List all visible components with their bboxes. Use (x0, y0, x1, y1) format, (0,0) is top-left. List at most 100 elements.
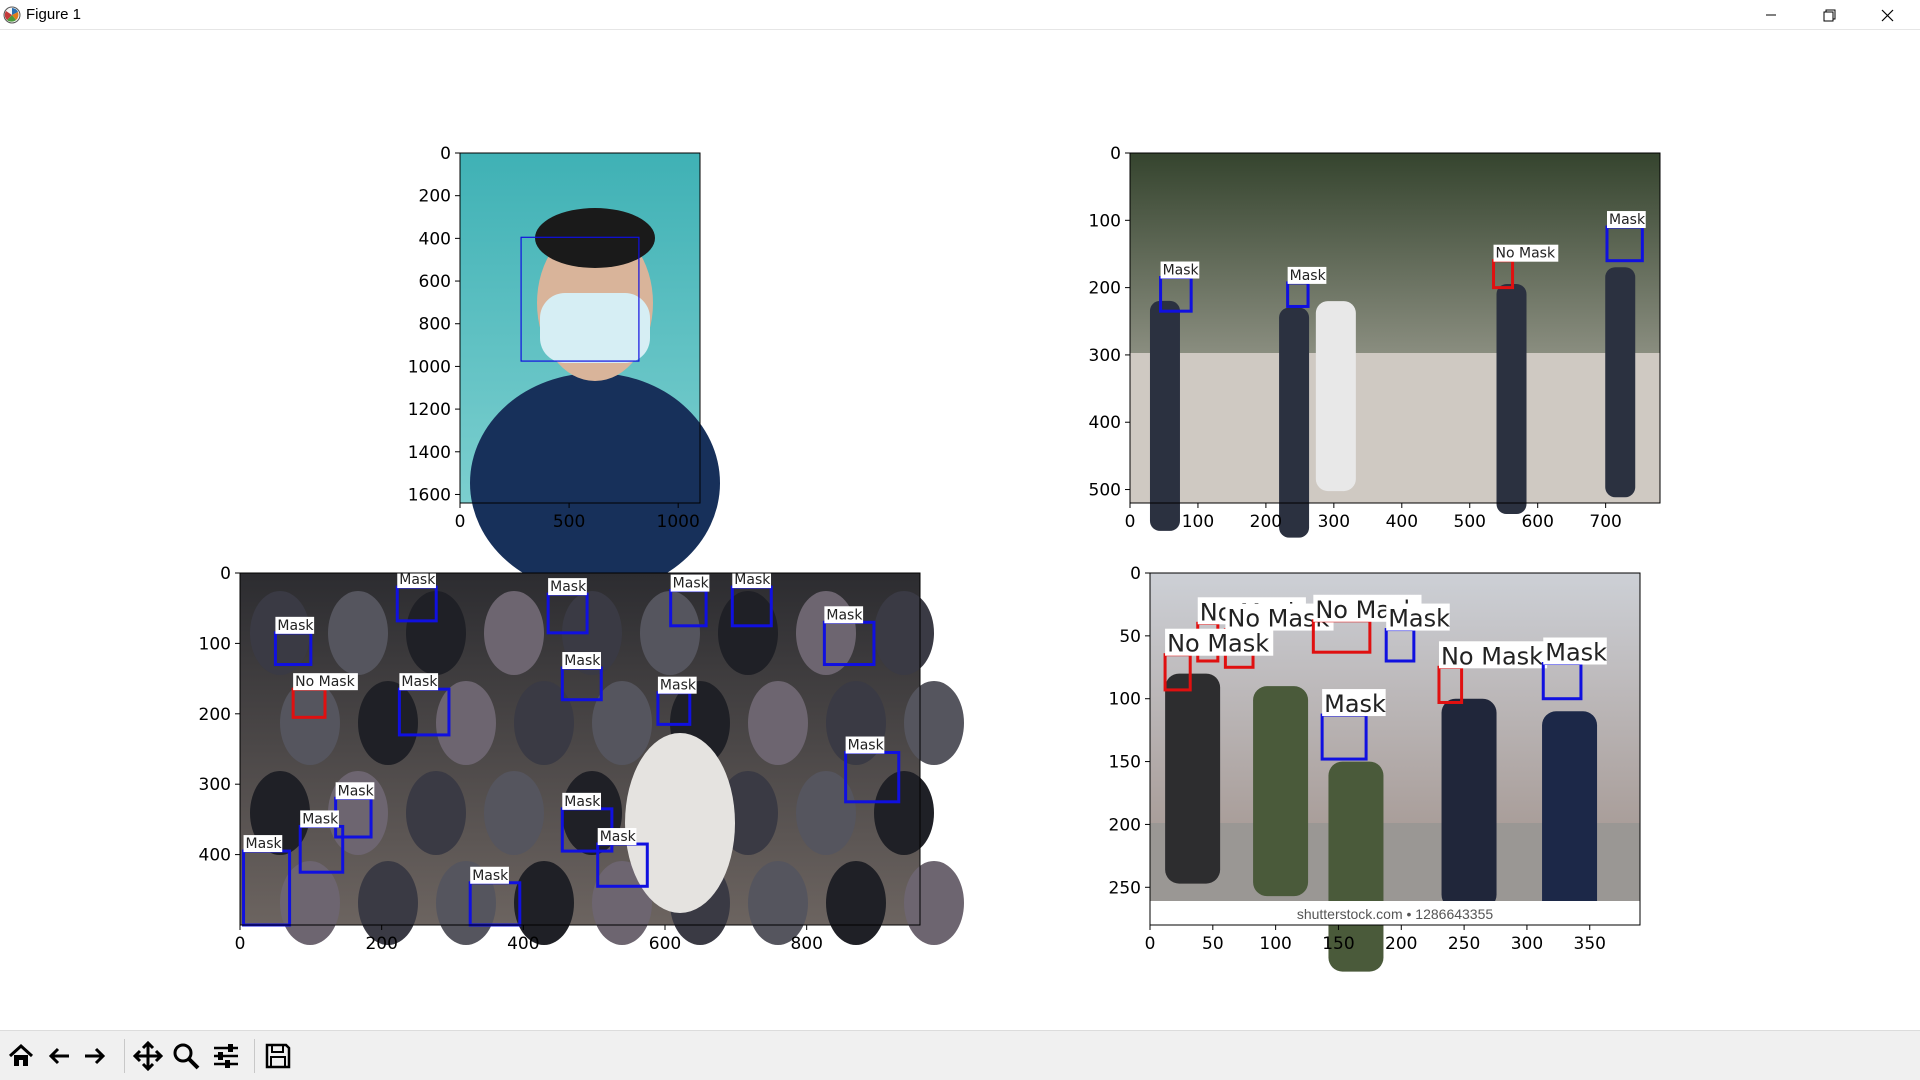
x-tick-label: 1000 (657, 512, 700, 532)
subplot-bottom-right[interactable]: shutterstock.com • 1286643355 No Mask No M… (1080, 551, 1660, 1011)
y-tick-label: 1400 (408, 443, 451, 463)
detection-label: Mask (1609, 212, 1646, 228)
y-tick-label: 400 (419, 229, 451, 249)
subplot-top-left[interactable]: 0 500 1000 0 200 400 600 800 1000 1200 1400 1600 (390, 131, 730, 593)
back-button[interactable] (41, 1037, 77, 1075)
y-tick-label: 0 (1110, 144, 1121, 164)
y-tick-label: 200 (1089, 279, 1121, 299)
detection-label: No Mask (1441, 642, 1543, 670)
detection-label: Mask (564, 653, 601, 669)
detection-label: Mask (338, 783, 375, 799)
detection-label: Mask (600, 829, 637, 845)
zoom-icon (173, 1043, 200, 1070)
y-tick-label: 100 (1089, 211, 1121, 231)
y-tick-label: 300 (1089, 346, 1121, 366)
save-button[interactable] (260, 1037, 296, 1075)
detection-label: No Mask (1167, 630, 1269, 658)
x-tick-label: 300 (1318, 512, 1350, 532)
close-button[interactable] (1858, 0, 1916, 30)
pan-button[interactable] (130, 1037, 166, 1075)
toolbar-separator (254, 1039, 255, 1073)
pan-icon (133, 1041, 163, 1071)
y-tick-label: 50 (1119, 627, 1141, 647)
y-tick-label: 200 (419, 187, 451, 207)
subplot-top-right[interactable]: Mask Mask No Mask Mask 0 100 200 300 400 500 600 70… (1080, 131, 1680, 571)
watermark-text: shutterstock.com • 1286643355 (1297, 906, 1494, 922)
x-tick-label: 600 (649, 934, 681, 954)
detection-label: Mask (673, 576, 710, 592)
detection-label: Mask (472, 868, 509, 884)
detection-label: Mask (401, 674, 438, 690)
detection-label: No Mask (1496, 246, 1556, 262)
x-tick-label: 500 (1454, 512, 1486, 532)
x-tick-label: 200 (1250, 512, 1282, 532)
y-tick-label: 0 (220, 564, 231, 584)
x-tick-label: 0 (235, 934, 246, 954)
detection-label: Mask (277, 618, 314, 634)
y-tick-label: 0 (1130, 564, 1141, 584)
y-tick-label: 100 (1109, 690, 1141, 710)
navigation-toolbar (0, 1030, 1920, 1080)
title-bar: Figure 1 (0, 0, 1920, 30)
x-tick-label: 500 (553, 512, 585, 532)
y-tick-label: 400 (1089, 413, 1121, 433)
x-tick-label: 400 (507, 934, 539, 954)
y-tick-label: 800 (419, 315, 451, 335)
toolbar-separator (124, 1039, 125, 1073)
minimize-icon (1766, 14, 1776, 16)
forward-arrow-icon (85, 1047, 106, 1065)
configure-subplots-button[interactable] (208, 1037, 244, 1075)
y-tick-label: 150 (1109, 753, 1141, 773)
x-tick-label: 150 (1322, 934, 1354, 954)
y-tick-label: 500 (1089, 481, 1121, 501)
x-tick-label: 0 (1145, 934, 1156, 954)
zoom-button[interactable] (168, 1037, 204, 1075)
forward-button[interactable] (77, 1037, 113, 1075)
y-tick-label: 400 (199, 846, 231, 866)
save-icon (265, 1043, 291, 1069)
minimize-button[interactable] (1742, 0, 1800, 30)
close-icon (1881, 9, 1893, 21)
x-tick-label: 300 (1511, 934, 1543, 954)
x-tick-label: 100 (1259, 934, 1291, 954)
x-tick-label: 0 (455, 512, 466, 532)
y-tick-label: 1200 (408, 400, 451, 420)
y-tick-label: 300 (199, 775, 231, 795)
y-tick-label: 200 (199, 705, 231, 725)
detection-label: Mask (734, 572, 771, 588)
y-tick-label: 1000 (408, 357, 451, 377)
x-tick-label: 250 (1448, 934, 1480, 954)
detection-label: Mask (660, 678, 697, 694)
detection-label: Mask (246, 836, 283, 852)
matplotlib-app-icon (3, 6, 21, 24)
x-tick-label: 200 (1385, 934, 1417, 954)
y-tick-label: 1600 (408, 485, 451, 505)
restore-button[interactable] (1800, 0, 1858, 30)
x-tick-label: 200 (365, 934, 397, 954)
subplot-bottom-left[interactable]: Mask Mask Mask Mask Mask Mask No Mask Mask Mask M… (180, 551, 964, 1011)
home-icon (8, 1043, 34, 1066)
y-tick-label: 600 (419, 272, 451, 292)
detection-label: Mask (1324, 690, 1386, 718)
detection-label: Mask (399, 572, 436, 588)
x-tick-label: 600 (1521, 512, 1553, 532)
detection-label: No Mask (295, 674, 355, 690)
x-tick-label: 350 (1574, 934, 1606, 954)
figure-canvas[interactable]: 0 500 1000 0 200 400 600 800 1000 1200 1400 1600 Ma… (0, 31, 1920, 1030)
x-tick-label: 700 (1589, 512, 1621, 532)
y-tick-label: 100 (199, 634, 231, 654)
detection-label: Mask (564, 794, 601, 810)
y-tick-label: 200 (1109, 815, 1141, 835)
detection-label: Mask (1388, 605, 1450, 633)
x-tick-label: 400 (1386, 512, 1418, 532)
y-tick-label: 250 (1109, 878, 1141, 898)
x-tick-label: 100 (1182, 512, 1214, 532)
window-title: Figure 1 (26, 6, 82, 23)
home-button[interactable] (3, 1037, 39, 1075)
x-tick-label: 0 (1125, 512, 1136, 532)
detection-label: Mask (826, 607, 863, 623)
x-tick-label: 800 (790, 934, 822, 954)
detection-label: Mask (1290, 268, 1327, 284)
configure-subplots-icon (214, 1044, 238, 1068)
detection-label: Mask (848, 738, 885, 754)
